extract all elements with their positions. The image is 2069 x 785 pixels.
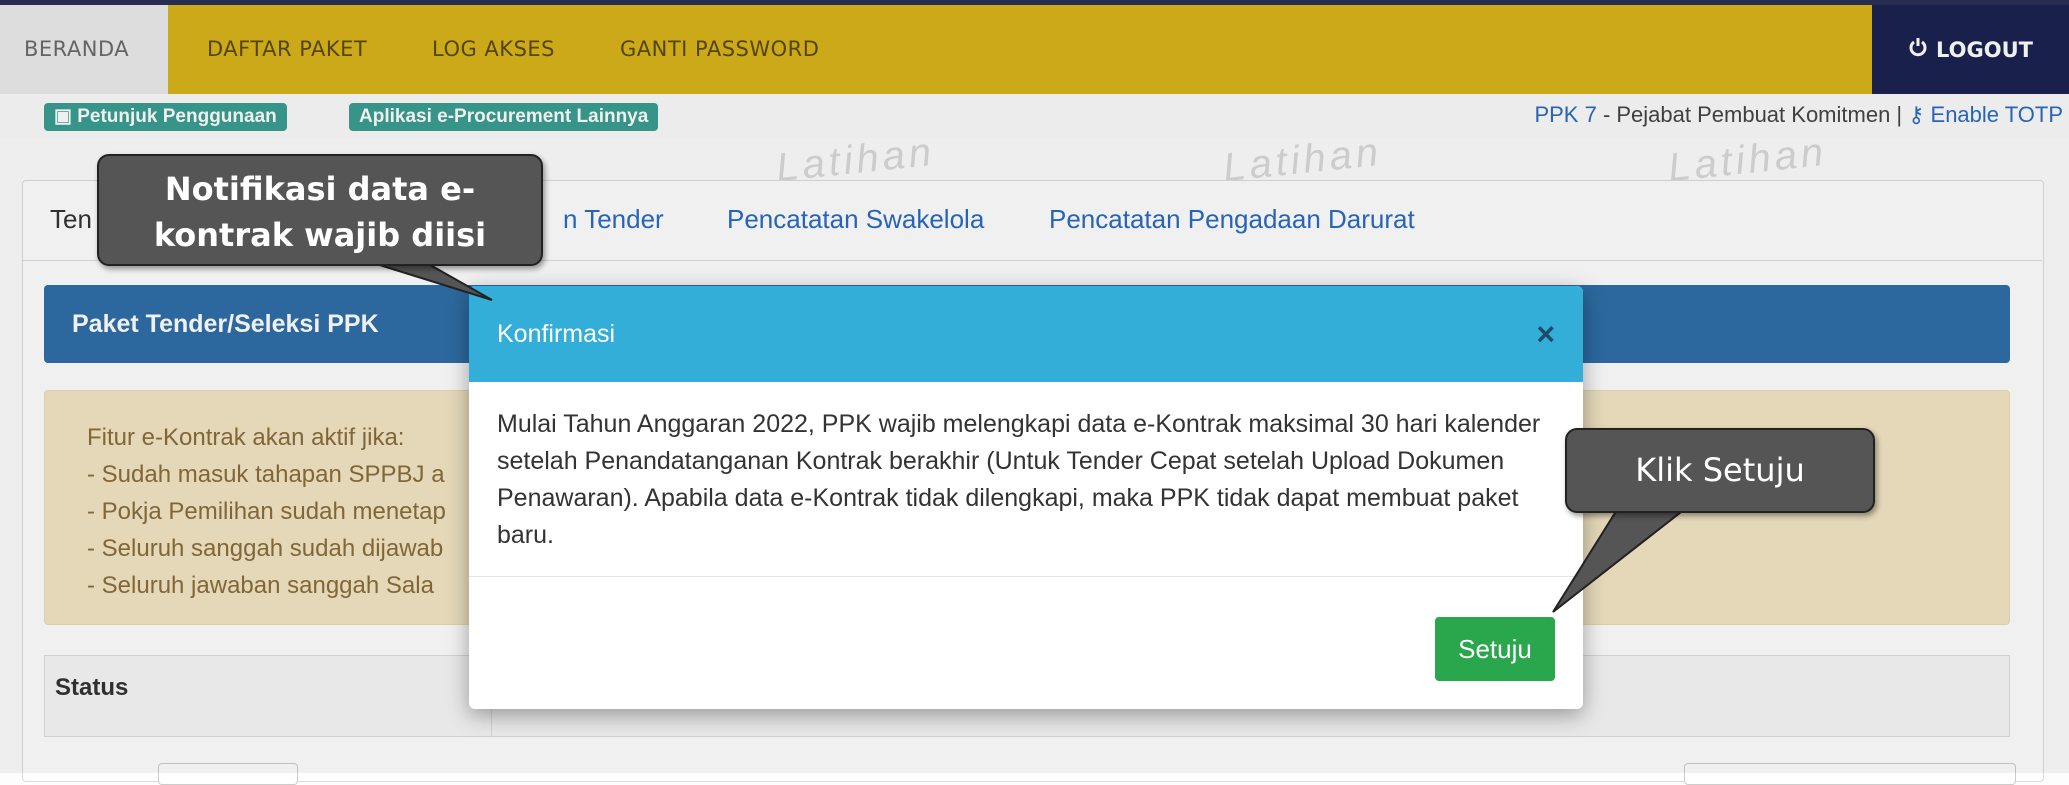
callout-pointers xyxy=(369,261,1693,613)
notification-callout: Notifikasi data e-kontrak wajib diisi xyxy=(97,154,543,266)
callout-pointer xyxy=(1552,504,1693,613)
callout-pointer xyxy=(369,261,493,301)
click-agree-callout: Klik Setuju xyxy=(1565,428,1875,513)
